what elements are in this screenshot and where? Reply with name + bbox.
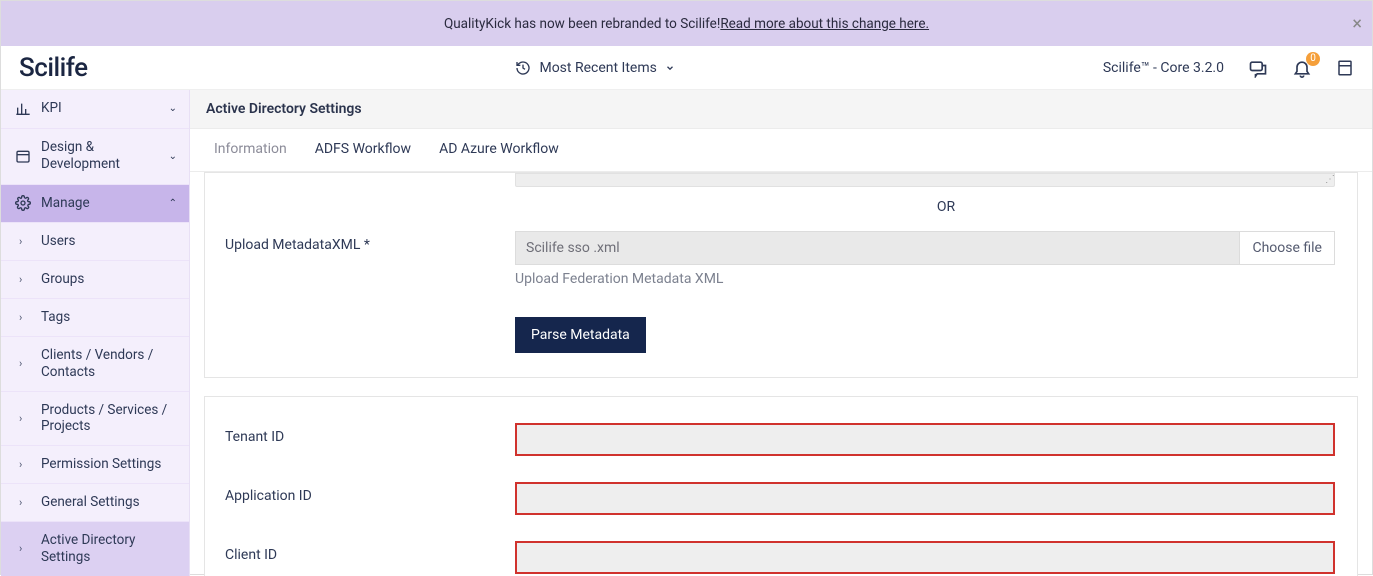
sidebar-label: Manage [41,195,159,213]
sidebar-item-general[interactable]: › General Settings [1,484,189,522]
calendar-icon [15,148,31,164]
upload-metadata-label: Upload MetadataXML * [225,231,515,253]
ids-card: Tenant ID Application ID Client ID [204,396,1358,576]
history-icon [515,60,531,76]
sidebar-label: Clients / Vendors / Contacts [41,347,177,381]
tenant-id-label: Tenant ID [225,423,515,445]
rebrand-banner: QualityKick has now been rebranded to Sc… [1,1,1372,46]
sidebar-label: Groups [41,271,177,288]
sidebar-label: Design & Development [41,139,159,174]
chevron-down-icon: ⌄ [169,151,177,162]
logo: Scilife [19,53,88,83]
notifications-badge: 0 [1306,52,1320,66]
chevron-right-icon: › [19,311,29,324]
page-title: Active Directory Settings [190,90,1372,129]
topbar: Scilife Most Recent Items Scilife™ - Cor… [1,46,1372,90]
tabs: Information ADFS Workflow AD Azure Workf… [190,129,1372,172]
recent-items-label: Most Recent Items [539,60,656,76]
chevron-right-icon: › [19,235,29,248]
metadata-card: ⋰ OR Upload MetadataXML * Scilife sso .x… [204,172,1358,378]
tab-adfs[interactable]: ADFS Workflow [301,129,425,171]
sidebar-item-products[interactable]: › Products / Services / Projects [1,392,189,447]
version-text: Scilife™ - Core 3.2.0 [1103,60,1224,76]
sidebar-item-permissions[interactable]: › Permission Settings [1,446,189,484]
banner-link[interactable]: Read more about this change here. [720,16,929,32]
sidebar-label: Users [41,233,177,250]
file-input[interactable]: Scilife sso .xml Choose file [515,231,1335,265]
chevron-right-icon: › [19,496,29,509]
tenant-id-input[interactable] [515,423,1335,456]
gear-icon [15,195,31,211]
sidebar-label: Permission Settings [41,456,177,473]
chevron-down-icon [665,63,675,73]
sidebar-label: Tags [41,309,177,326]
sidebar-label: Active Directory Settings [41,532,177,566]
chevron-up-icon: ⌃ [169,198,177,209]
parse-metadata-button[interactable]: Parse Metadata [515,317,646,353]
banner-text: QualityKick has now been rebranded to Sc… [444,16,720,32]
tab-azure[interactable]: AD Azure Workflow [425,129,573,171]
tab-information[interactable]: Information [200,129,301,171]
main: Active Directory Settings Information AD… [190,90,1372,576]
sidebar-label: Products / Services / Projects [41,402,177,436]
metadata-textarea-tail[interactable]: ⋰ [515,173,1335,187]
chevron-right-icon: › [19,458,29,471]
panel-icon[interactable] [1336,58,1354,78]
sidebar-label: KPI [41,100,159,118]
client-id-label: Client ID [225,541,515,563]
client-id-input[interactable] [515,541,1335,574]
upload-hint: Upload Federation Metadata XML [515,271,1337,287]
recent-items-dropdown[interactable]: Most Recent Items [515,60,674,76]
chevron-right-icon: › [19,412,29,425]
sidebar-item-clients[interactable]: › Clients / Vendors / Contacts [1,337,189,392]
choose-file-button[interactable]: Choose file [1240,231,1335,265]
file-name-display: Scilife sso .xml [515,231,1240,265]
or-separator: OR [205,191,1357,227]
application-id-label: Application ID [225,482,515,504]
sidebar-label: General Settings [41,494,177,511]
notifications-icon[interactable]: 0 [1292,58,1312,78]
chevron-right-icon: › [19,357,29,370]
sidebar-item-groups[interactable]: › Groups [1,261,189,299]
resize-handle-icon[interactable]: ⋰ [1325,174,1332,185]
sidebar-item-active-directory[interactable]: › Active Directory Settings [1,522,189,576]
sidebar-item-users[interactable]: › Users [1,223,189,261]
sidebar-item-kpi[interactable]: KPI ⌄ [1,90,189,129]
sidebar: KPI ⌄ Design & Development ⌄ Manage ⌃ › U… [1,90,190,576]
close-icon[interactable]: × [1352,13,1362,34]
sidebar-item-tags[interactable]: › Tags [1,299,189,337]
chevron-down-icon: ⌄ [169,103,177,114]
sidebar-item-manage[interactable]: Manage ⌃ [1,185,189,224]
application-id-input[interactable] [515,482,1335,515]
feedback-icon[interactable] [1248,58,1268,78]
chart-icon [15,101,31,117]
chevron-right-icon: › [19,542,29,555]
chevron-right-icon: › [19,273,29,286]
sidebar-item-design-dev[interactable]: Design & Development ⌄ [1,129,189,185]
